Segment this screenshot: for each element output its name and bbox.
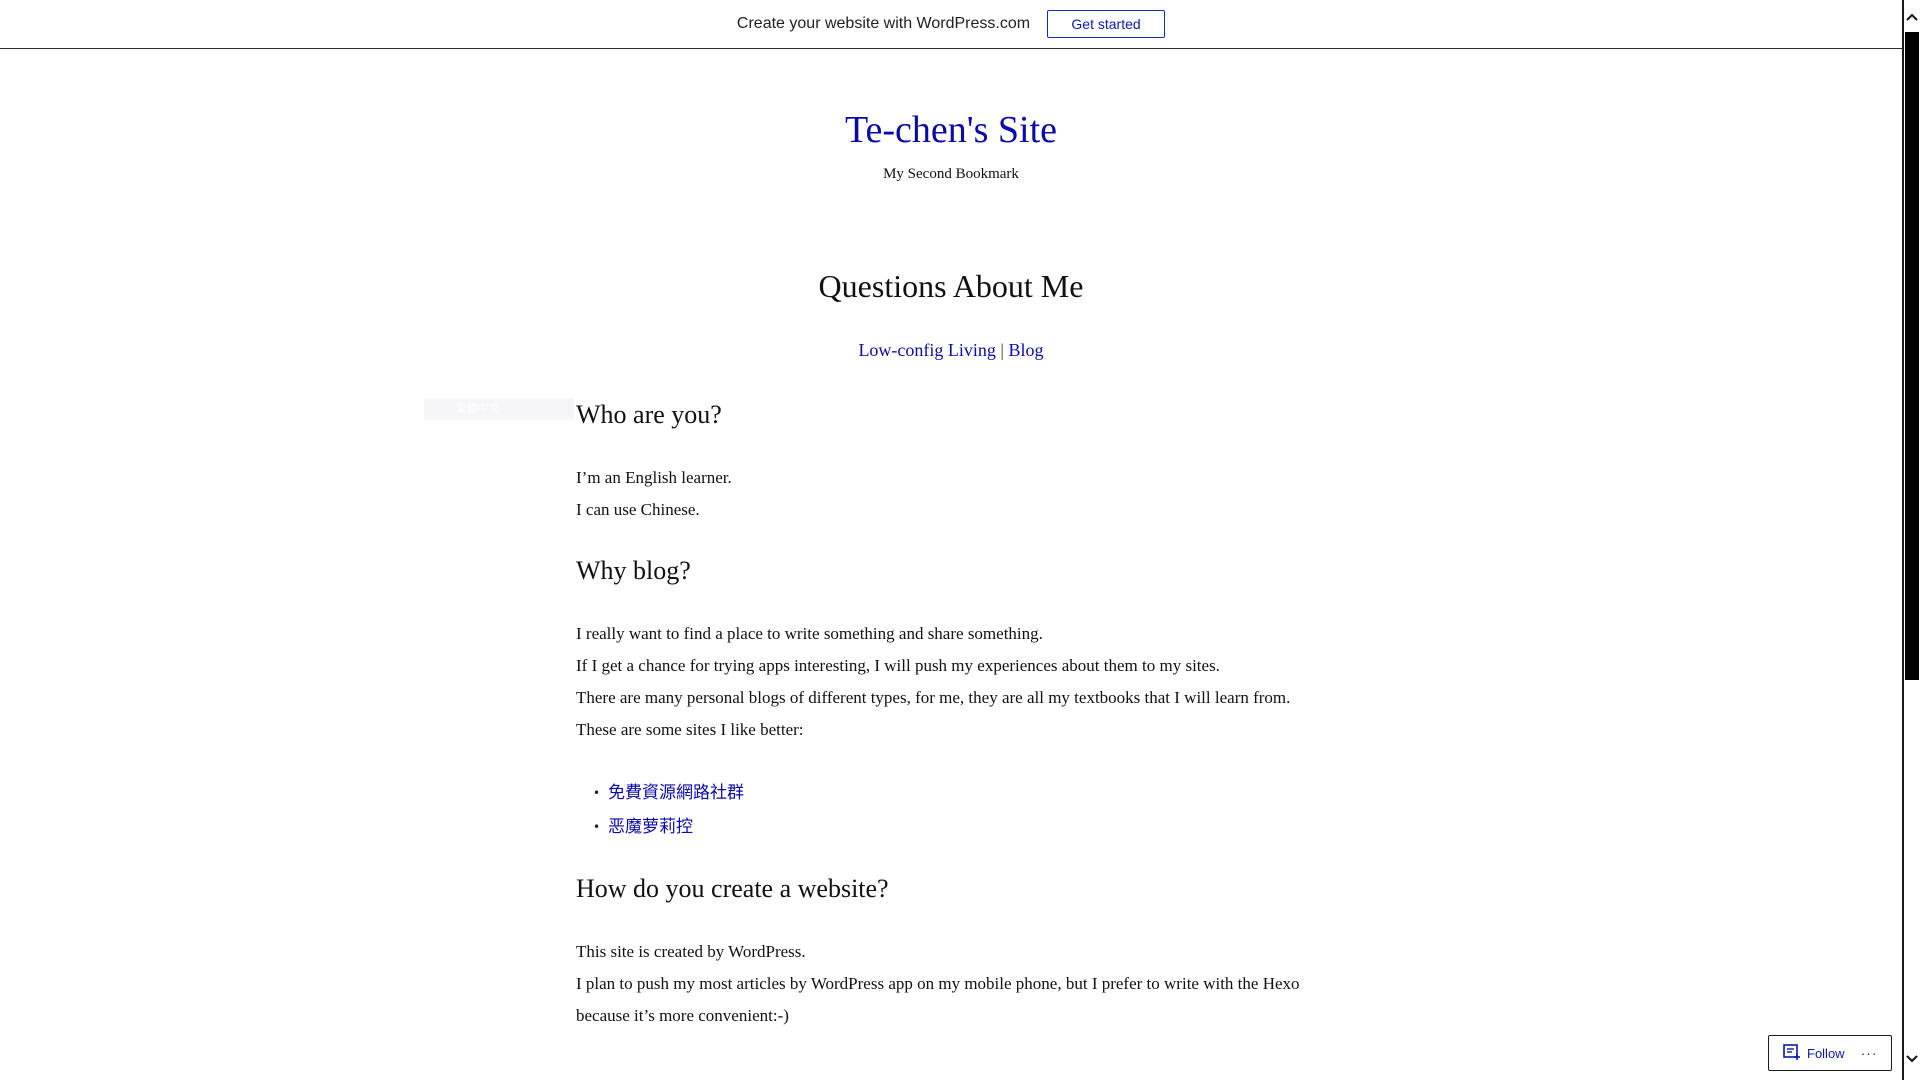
paragraph-line: There are many personal blogs of differe… <box>576 688 1291 707</box>
scrollbar[interactable] <box>1902 0 1920 1080</box>
list-item: • 恶魔萝莉控 <box>576 810 1306 844</box>
paragraph-line: These are some sites I like better: <box>576 720 804 739</box>
chevron-up-icon[interactable] <box>1904 8 1920 26</box>
more-options-button[interactable]: ··· <box>1861 1045 1878 1061</box>
banner-text: Create your website with WordPress.com <box>736 15 1031 32</box>
language-widget[interactable]: 繁體中文 <box>424 398 574 420</box>
site-title: Te-chen's Site <box>0 104 1902 156</box>
paragraph-line: I really want to find a place to write s… <box>576 624 1043 643</box>
scrollbar-thumb[interactable] <box>1905 32 1919 680</box>
site-title-link[interactable]: Te-chen's Site <box>845 109 1057 151</box>
section-who: Who are you? I’m an English learner. I c… <box>576 398 1306 526</box>
wordpress-banner: Create your website with WordPress.com G… <box>0 0 1902 49</box>
paragraph-line: I can use Chinese. <box>576 500 700 519</box>
page-links: Low-config Living | Blog <box>0 340 1902 361</box>
follow-reader-icon <box>1783 1043 1801 1063</box>
section-heading: Why blog? <box>576 556 691 585</box>
favorite-site-link[interactable]: 免費資源網路社群 <box>608 783 744 803</box>
link-separator: | <box>1000 340 1005 360</box>
low-config-living-link[interactable]: Low-config Living <box>858 340 995 360</box>
chevron-down-icon[interactable] <box>1904 1050 1920 1068</box>
paragraph-line: If I get a chance for trying apps intere… <box>576 656 1220 675</box>
section-heading: How do you create a website? <box>576 874 889 903</box>
follow-widget: Follow ··· <box>1768 1035 1892 1071</box>
section-how-create: How do you create a website? This site i… <box>576 872 1306 1032</box>
section-heading: Who are you? <box>576 400 722 429</box>
section-why-blog: Why blog? I really want to find a place … <box>576 554 1306 844</box>
paragraph-line: I’m an English learner. <box>576 468 732 487</box>
site-tagline: My Second Bookmark <box>883 166 1019 182</box>
bullet-icon: • <box>593 786 601 800</box>
paragraph-line: This site is created by WordPress. <box>576 942 806 961</box>
page-title: Questions About Me <box>818 268 1084 304</box>
get-started-button[interactable]: Get started <box>1047 10 1166 38</box>
favorite-sites-list: • 免費資源網路社群 • 恶魔萝莉控 <box>576 776 1306 844</box>
main-content: Who are you? I’m an English learner. I c… <box>576 398 1306 1032</box>
bullet-icon: • <box>593 820 601 834</box>
follow-button[interactable]: Follow <box>1769 1043 1845 1063</box>
follow-label: Follow <box>1807 1045 1845 1061</box>
list-item: • 免費資源網路社群 <box>576 776 1306 810</box>
blog-link[interactable]: Blog <box>1009 340 1044 360</box>
paragraph-line: I plan to push my most articles by WordP… <box>576 974 1300 1025</box>
favorite-site-link[interactable]: 恶魔萝莉控 <box>608 817 693 837</box>
